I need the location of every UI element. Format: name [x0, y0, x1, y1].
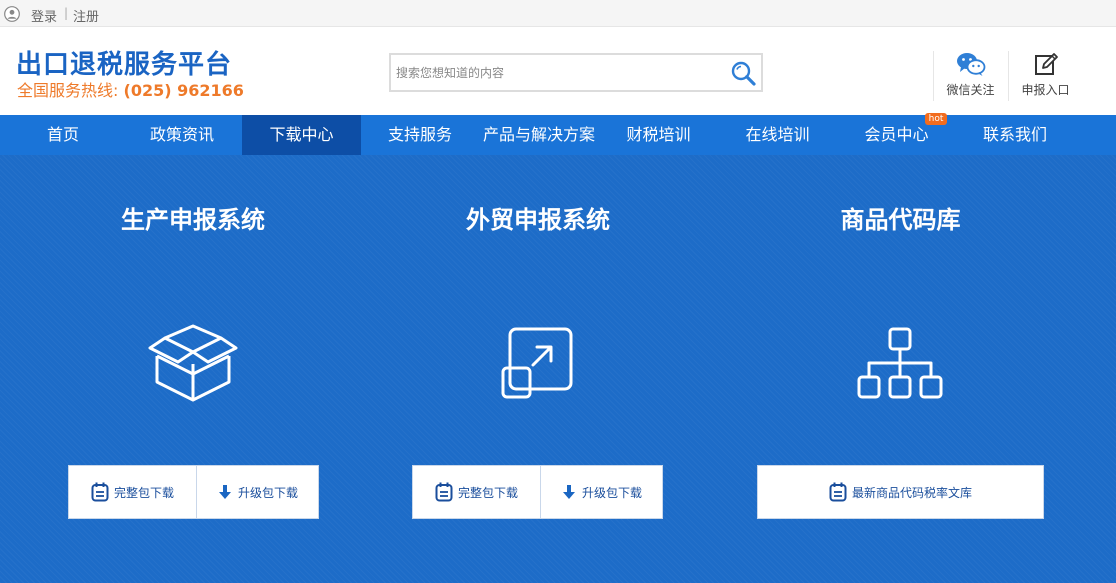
production-download-buttons: 完整包下载 升级包下载 — [68, 465, 319, 519]
calendar-icon — [91, 482, 109, 502]
declare-entry-button[interactable]: 申报入口 — [1008, 51, 1082, 101]
hotline-number: (025) 962166 — [123, 81, 244, 100]
hot-badge: hot — [925, 113, 947, 125]
nav-item-policy[interactable]: 政策资讯 — [122, 115, 242, 155]
nav-item-tax-training[interactable]: 财税培训 — [599, 115, 718, 155]
foreign-trade-download-buttons: 完整包下载 升级包下载 — [412, 465, 663, 519]
nav-item-online-training[interactable]: 在线培训 — [718, 115, 837, 155]
foreign-trade-upgrade-download-button[interactable]: 升级包下载 — [540, 466, 662, 518]
hotline: 全国服务热线: (025) 962166 — [17, 77, 244, 101]
production-upgrade-download-label: 升级包下载 — [237, 485, 298, 500]
download-arrow-icon — [218, 485, 231, 499]
production-full-download-button[interactable]: 完整包下载 — [69, 466, 196, 518]
expand-arrow-icon — [501, 327, 573, 399]
calendar-icon — [829, 482, 847, 502]
commodity-code-download-label: 最新商品代码税率文库 — [851, 485, 972, 500]
open-box-icon — [148, 324, 238, 402]
production-full-download-label: 完整包下载 — [113, 485, 174, 500]
production-upgrade-download-button[interactable]: 升级包下载 — [196, 466, 318, 518]
edit-icon — [1034, 53, 1058, 75]
wechat-icon — [956, 53, 985, 76]
site-title[interactable]: 出口退税服务平台 — [16, 44, 232, 81]
topbar-separator: | — [64, 6, 69, 20]
download-arrow-icon — [562, 485, 575, 499]
top-bar: 登录 | 注册 — [0, 0, 1116, 27]
wechat-follow-label: 微信关注 — [946, 83, 995, 97]
search-input[interactable] — [396, 63, 716, 83]
foreign-trade-full-download-button[interactable]: 完整包下载 — [413, 466, 540, 518]
wechat-follow-button[interactable]: 微信关注 — [933, 51, 1007, 101]
section-title-commodity-code: 商品代码库 — [840, 206, 961, 234]
nav-item-support[interactable]: 支持服务 — [361, 115, 479, 155]
login-link[interactable]: 登录 — [31, 6, 57, 25]
section-title-foreign-trade: 外贸申报系统 — [466, 206, 610, 234]
foreign-trade-full-download-label: 完整包下载 — [457, 485, 518, 500]
nav-item-downloads[interactable]: 下载中心 — [242, 115, 361, 155]
user-icon — [4, 6, 20, 22]
download-center: 生产申报系统 完整包下载 升级包下载 外贸申报系统 完整包下载 升级包下载 商品… — [0, 155, 1116, 583]
search-box — [389, 53, 763, 92]
hierarchy-icon — [857, 327, 943, 399]
calendar-icon — [435, 482, 453, 502]
site-header: 出口退税服务平台 全国服务热线: (025) 962166 微信关注 — [0, 28, 1116, 115]
nav-item-products[interactable]: 产品与解决方案 — [479, 115, 599, 155]
section-title-production: 生产申报系统 — [121, 206, 265, 234]
commodity-code-download-button[interactable]: 最新商品代码税率文库 — [758, 466, 1043, 518]
hotline-label: 全国服务热线: — [17, 81, 119, 100]
commodity-code-download-buttons: 最新商品代码税率文库 — [757, 465, 1044, 519]
main-nav: 首页 政策资讯 下载中心 支持服务 产品与解决方案 财税培训 在线培训 会员中心… — [0, 113, 1116, 155]
nav-item-contact[interactable]: 联系我们 — [956, 115, 1074, 155]
foreign-trade-upgrade-download-label: 升级包下载 — [581, 485, 642, 500]
search-icon[interactable] — [729, 59, 757, 87]
register-link[interactable]: 注册 — [73, 6, 99, 25]
nav-item-home[interactable]: 首页 — [4, 115, 122, 155]
declare-entry-label: 申报入口 — [1021, 83, 1070, 97]
